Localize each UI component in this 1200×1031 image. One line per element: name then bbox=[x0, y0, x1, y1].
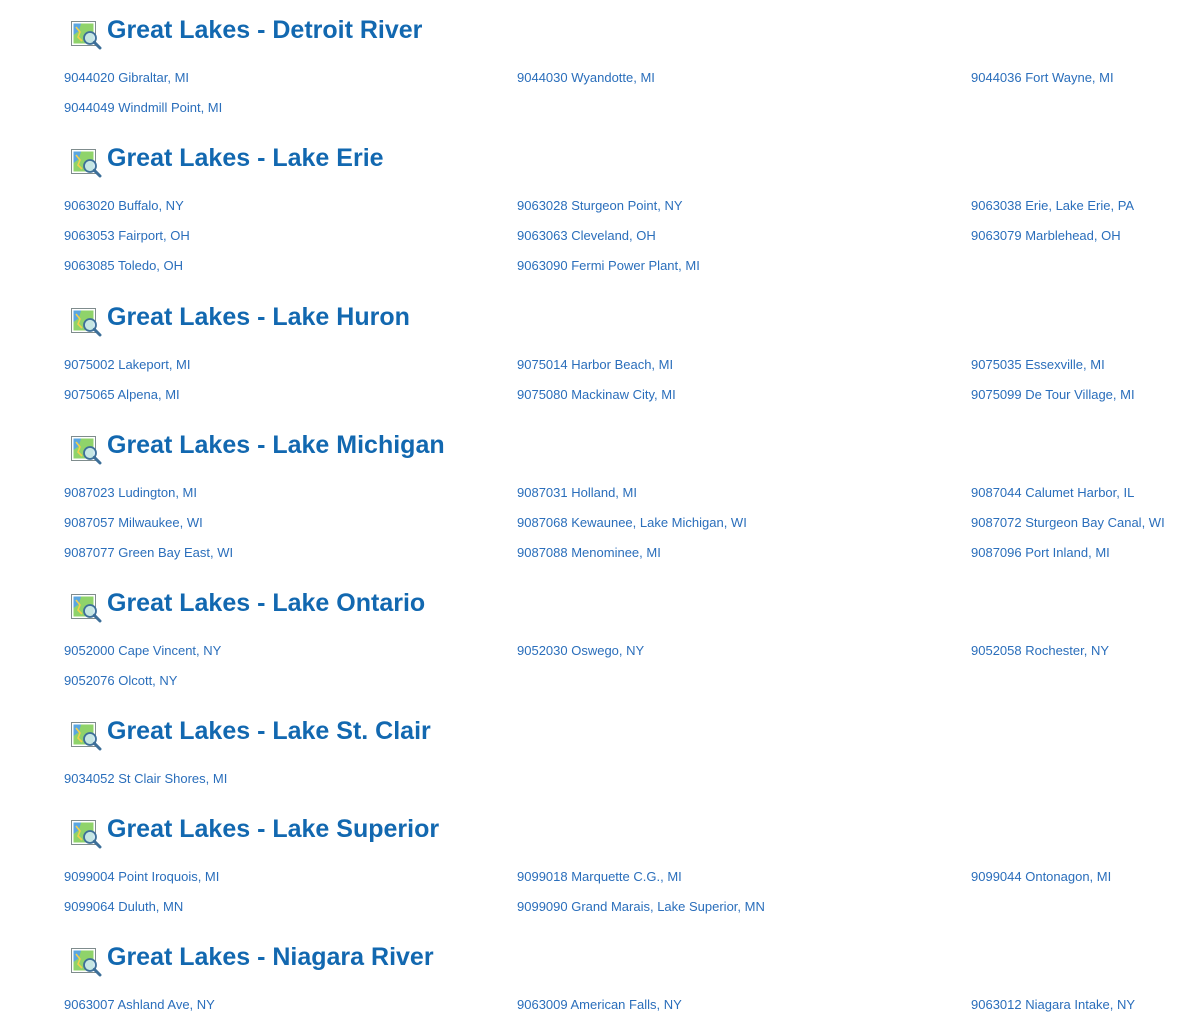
station-link[interactable]: 9099018 Marquette C.G., MI bbox=[517, 869, 682, 885]
station-link[interactable]: 9087072 Sturgeon Bay Canal, WI bbox=[971, 515, 1165, 531]
map-search-icon[interactable] bbox=[70, 720, 102, 752]
station-link[interactable]: 9052000 Cape Vincent, NY bbox=[64, 643, 221, 659]
station-link[interactable]: 9087023 Ludington, MI bbox=[64, 485, 197, 501]
region-header: Great Lakes - Detroit River bbox=[70, 16, 422, 50]
station-link[interactable]: 9087088 Menominee, MI bbox=[517, 545, 661, 561]
station-link[interactable]: 9063012 Niagara Intake, NY bbox=[971, 997, 1135, 1013]
station-link[interactable]: 9063090 Fermi Power Plant, MI bbox=[517, 258, 700, 274]
region-title[interactable]: Great Lakes - Lake Huron bbox=[107, 303, 410, 331]
region-title[interactable]: Great Lakes - Lake St. Clair bbox=[107, 717, 431, 745]
station-link[interactable]: 9087057 Milwaukee, WI bbox=[64, 515, 203, 531]
region-header: Great Lakes - Lake Ontario bbox=[70, 589, 425, 623]
region-title[interactable]: Great Lakes - Detroit River bbox=[107, 16, 422, 44]
region-title[interactable]: Great Lakes - Lake Erie bbox=[107, 144, 384, 172]
map-search-icon[interactable] bbox=[70, 592, 102, 624]
station-link[interactable]: 9052030 Oswego, NY bbox=[517, 643, 644, 659]
region-title[interactable]: Great Lakes - Niagara River bbox=[107, 943, 434, 971]
station-link[interactable]: 9063020 Buffalo, NY bbox=[64, 198, 184, 214]
station-link[interactable]: 9087044 Calumet Harbor, IL bbox=[971, 485, 1134, 501]
station-link[interactable]: 9099064 Duluth, MN bbox=[64, 899, 183, 915]
station-link[interactable]: 9044030 Wyandotte, MI bbox=[517, 70, 655, 86]
region-header: Great Lakes - Lake Superior bbox=[70, 815, 439, 849]
station-link[interactable]: 9075014 Harbor Beach, MI bbox=[517, 357, 673, 373]
map-search-icon[interactable] bbox=[70, 818, 102, 850]
station-link[interactable]: 9044036 Fort Wayne, MI bbox=[971, 70, 1114, 86]
region-header: Great Lakes - Lake St. Clair bbox=[70, 717, 431, 751]
station-link[interactable]: 9075002 Lakeport, MI bbox=[64, 357, 190, 373]
station-link[interactable]: 9044020 Gibraltar, MI bbox=[64, 70, 189, 86]
region-header: Great Lakes - Lake Michigan bbox=[70, 431, 445, 465]
station-link[interactable]: 9063063 Cleveland, OH bbox=[517, 228, 656, 244]
station-link[interactable]: 9063085 Toledo, OH bbox=[64, 258, 183, 274]
region-title[interactable]: Great Lakes - Lake Ontario bbox=[107, 589, 425, 617]
station-link[interactable]: 9063009 American Falls, NY bbox=[517, 997, 682, 1013]
map-search-icon[interactable] bbox=[70, 147, 102, 179]
station-link[interactable]: 9099004 Point Iroquois, MI bbox=[64, 869, 219, 885]
map-search-icon[interactable] bbox=[70, 19, 102, 51]
station-link[interactable]: 9063007 Ashland Ave, NY bbox=[64, 997, 215, 1013]
station-link[interactable]: 9034052 St Clair Shores, MI bbox=[64, 771, 227, 787]
map-search-icon[interactable] bbox=[70, 434, 102, 466]
region-title[interactable]: Great Lakes - Lake Superior bbox=[107, 815, 439, 843]
region-header: Great Lakes - Lake Erie bbox=[70, 144, 384, 178]
station-link[interactable]: 9087068 Kewaunee, Lake Michigan, WI bbox=[517, 515, 747, 531]
station-link[interactable]: 9087031 Holland, MI bbox=[517, 485, 637, 501]
station-link[interactable]: 9099044 Ontonagon, MI bbox=[971, 869, 1111, 885]
region-title[interactable]: Great Lakes - Lake Michigan bbox=[107, 431, 445, 459]
region-header: Great Lakes - Lake Huron bbox=[70, 303, 410, 337]
station-link[interactable]: 9075099 De Tour Village, MI bbox=[971, 387, 1135, 403]
region-header: Great Lakes - Niagara River bbox=[70, 943, 434, 977]
station-link[interactable]: 9063038 Erie, Lake Erie, PA bbox=[971, 198, 1134, 214]
station-link[interactable]: 9075035 Essexville, MI bbox=[971, 357, 1105, 373]
station-link[interactable]: 9063079 Marblehead, OH bbox=[971, 228, 1121, 244]
station-link[interactable]: 9044049 Windmill Point, MI bbox=[64, 100, 222, 116]
station-link[interactable]: 9087077 Green Bay East, WI bbox=[64, 545, 233, 561]
station-link[interactable]: 9052058 Rochester, NY bbox=[971, 643, 1109, 659]
map-search-icon[interactable] bbox=[70, 946, 102, 978]
station-link[interactable]: 9075080 Mackinaw City, MI bbox=[517, 387, 676, 403]
station-link[interactable]: 9063053 Fairport, OH bbox=[64, 228, 190, 244]
station-link[interactable]: 9075065 Alpena, MI bbox=[64, 387, 180, 403]
station-link[interactable]: 9052076 Olcott, NY bbox=[64, 673, 177, 689]
station-link[interactable]: 9087096 Port Inland, MI bbox=[971, 545, 1110, 561]
station-link[interactable]: 9099090 Grand Marais, Lake Superior, MN bbox=[517, 899, 765, 915]
map-search-icon[interactable] bbox=[70, 306, 102, 338]
station-link[interactable]: 9063028 Sturgeon Point, NY bbox=[517, 198, 683, 214]
